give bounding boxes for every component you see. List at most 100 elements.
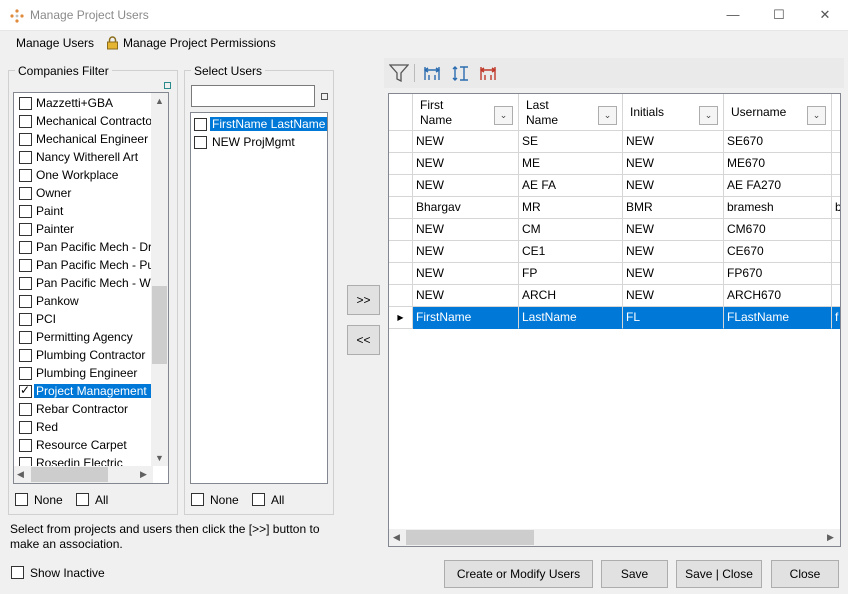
company-checkbox[interactable]: [19, 205, 32, 218]
table-cell[interactable]: [832, 175, 840, 197]
company-checkbox[interactable]: [19, 241, 32, 254]
filter-toggle-icon[interactable]: [164, 82, 171, 89]
company-list-item[interactable]: Painter: [14, 221, 153, 239]
user-list-item[interactable]: FirstName LastName: [191, 116, 327, 134]
company-checkbox[interactable]: [19, 331, 32, 344]
company-checkbox[interactable]: [19, 313, 32, 326]
company-checkbox[interactable]: [19, 277, 32, 290]
autosize-rows-icon[interactable]: [451, 65, 469, 82]
company-list-item[interactable]: Pan Pacific Mech - Dry: [14, 239, 158, 257]
company-list-item[interactable]: Mechanical Engineer: [14, 131, 153, 149]
row-header[interactable]: [389, 285, 413, 307]
company-list-item[interactable]: Mazzetti+GBA: [14, 95, 153, 113]
save-close-button[interactable]: Save | Close: [676, 560, 762, 588]
table-cell[interactable]: FP670: [724, 263, 832, 285]
table-row[interactable]: NEW SE NEW SE670: [389, 131, 840, 153]
table-cell[interactable]: SE670: [724, 131, 832, 153]
row-header[interactable]: [389, 175, 413, 197]
user-list-item[interactable]: NEW ProjMgmt: [191, 134, 327, 152]
company-list-item[interactable]: Nancy Witherell Art: [14, 149, 153, 167]
companies-vscroll[interactable]: ▲ ▼: [151, 93, 168, 466]
table-cell[interactable]: NEW: [413, 285, 519, 307]
company-list-item[interactable]: Pan Pacific Mech - Pu: [14, 257, 154, 275]
table-cell[interactable]: [832, 241, 840, 263]
hscroll-thumb[interactable]: [31, 467, 108, 482]
table-cell[interactable]: ME670: [724, 153, 832, 175]
column-filter-dropdown-icon[interactable]: ⌄: [699, 106, 718, 125]
users-none-checkbox[interactable]: [191, 493, 204, 506]
company-list-item[interactable]: Pankow: [14, 293, 153, 311]
grid-scroll-right-icon[interactable]: ▶: [827, 532, 834, 543]
company-checkbox[interactable]: [19, 133, 32, 146]
company-checkbox[interactable]: [19, 169, 32, 182]
table-cell[interactable]: FirstName: [413, 307, 519, 329]
column-filter-dropdown-icon[interactable]: ⌄: [598, 106, 617, 125]
table-row[interactable]: NEW ARCH NEW ARCH670: [389, 285, 840, 307]
table-cell[interactable]: CM: [519, 219, 623, 241]
company-list-item[interactable]: Plumbing Engineer: [14, 365, 153, 383]
table-cell[interactable]: MR: [519, 197, 623, 219]
table-cell[interactable]: LastName: [519, 307, 623, 329]
table-cell[interactable]: NEW: [413, 263, 519, 285]
users-all-checkbox[interactable]: [252, 493, 265, 506]
company-list-item[interactable]: Project Management: [14, 383, 153, 401]
table-row[interactable]: NEW ME NEW ME670: [389, 153, 840, 175]
table-cell[interactable]: FLastName: [724, 307, 832, 329]
fit-columns-icon[interactable]: [423, 65, 441, 82]
table-cell[interactable]: [832, 131, 840, 153]
maximize-icon[interactable]: ☐: [756, 0, 802, 31]
company-list-item[interactable]: One Workplace: [14, 167, 153, 185]
create-modify-users-button[interactable]: Create or Modify Users: [444, 560, 593, 588]
scroll-left-icon[interactable]: ◀: [17, 469, 24, 480]
table-cell[interactable]: [832, 263, 840, 285]
table-cell[interactable]: NEW: [413, 131, 519, 153]
company-list-item[interactable]: Red: [14, 419, 153, 437]
table-cell[interactable]: bramesh: [724, 197, 832, 219]
grid-column-header[interactable]: Last Name ⌄: [519, 94, 623, 131]
user-search-input[interactable]: [191, 85, 315, 107]
table-cell[interactable]: ME: [519, 153, 623, 175]
company-checkbox[interactable]: [19, 349, 32, 362]
column-filter-dropdown-icon[interactable]: ⌄: [494, 106, 513, 125]
close-button[interactable]: Close: [771, 560, 839, 588]
autosize-columns-icon[interactable]: [479, 65, 497, 82]
table-cell[interactable]: [832, 153, 840, 175]
table-cell[interactable]: ARCH670: [724, 285, 832, 307]
add-association-button[interactable]: >>: [347, 285, 380, 315]
company-checkbox[interactable]: [19, 223, 32, 236]
company-checkbox[interactable]: [19, 421, 32, 434]
company-checkbox[interactable]: [19, 187, 32, 200]
table-cell[interactable]: NEW: [623, 219, 724, 241]
table-cell[interactable]: NEW: [413, 241, 519, 263]
company-checkbox[interactable]: [19, 367, 32, 380]
table-cell[interactable]: NEW: [623, 175, 724, 197]
company-list-item[interactable]: Owner: [14, 185, 153, 203]
company-list-item[interactable]: Mechanical Contracto: [14, 113, 153, 131]
company-checkbox[interactable]: [19, 403, 32, 416]
row-header[interactable]: [389, 197, 413, 219]
table-cell[interactable]: BMR: [623, 197, 724, 219]
table-cell[interactable]: NEW: [623, 263, 724, 285]
row-header[interactable]: ▶: [389, 307, 413, 329]
table-cell[interactable]: SE: [519, 131, 623, 153]
company-list-item[interactable]: Resource Carpet: [14, 437, 153, 455]
table-cell[interactable]: NEW: [413, 219, 519, 241]
company-checkbox[interactable]: [19, 151, 32, 164]
grid-hscroll-thumb[interactable]: [406, 530, 534, 545]
company-list-item[interactable]: Pan Pacific Mech - We: [14, 275, 157, 293]
table-cell[interactable]: AE FA: [519, 175, 623, 197]
column-filter-dropdown-icon[interactable]: ⌄: [807, 106, 826, 125]
table-cell[interactable]: NEW: [413, 153, 519, 175]
row-header[interactable]: [389, 153, 413, 175]
company-list-item[interactable]: Permitting Agency: [14, 329, 153, 347]
table-cell[interactable]: CE1: [519, 241, 623, 263]
table-cell[interactable]: [832, 285, 840, 307]
menu-manage-permissions[interactable]: Manage Project Permissions: [123, 36, 276, 50]
users-option-icon[interactable]: [321, 93, 328, 100]
menu-manage-users[interactable]: Manage Users: [16, 36, 94, 50]
table-row[interactable]: NEW FP NEW FP670: [389, 263, 840, 285]
table-cell[interactable]: FL: [623, 307, 724, 329]
remove-association-button[interactable]: <<: [347, 325, 380, 355]
grid-column-header[interactable]: First Name ⌄: [413, 94, 519, 131]
show-inactive-checkbox[interactable]: [11, 566, 24, 579]
